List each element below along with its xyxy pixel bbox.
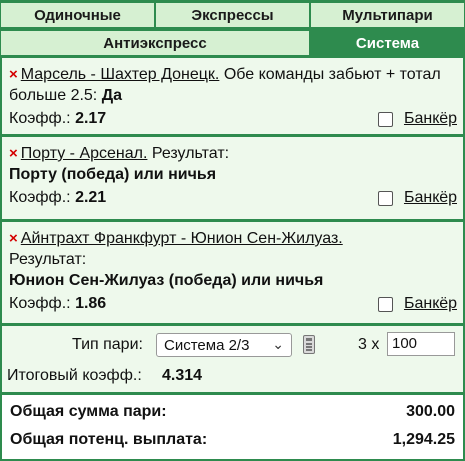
bet-type-tabs: Одиночные Экспрессы Мультипари Антиэкспр… xyxy=(0,0,465,56)
potential-payout-value: 1,294.25 xyxy=(392,431,455,448)
odds-value: 2.21 xyxy=(75,189,107,206)
stake-input[interactable]: 100 xyxy=(387,332,455,356)
banker-label[interactable]: Банкёр xyxy=(404,108,457,130)
total-odds-label: Итоговый коэфф.: xyxy=(7,367,142,384)
market-label: Результат: xyxy=(9,251,87,268)
tab-singles[interactable]: Одиночные xyxy=(0,2,155,28)
odds-value: 2.17 xyxy=(75,110,107,127)
banker-label[interactable]: Банкёр xyxy=(404,293,457,315)
odds-label: Коэфф.: xyxy=(9,189,71,206)
bet-item: × Порту - Арсенал. Результат: Порту (побе… xyxy=(2,137,463,219)
system-type-select[interactable]: Система 2/3 ⌄ xyxy=(156,333,292,357)
total-stake-label: Общая сумма пари: xyxy=(10,403,167,420)
betslip: Одиночные Экспрессы Мультипари Антиэкспр… xyxy=(0,0,465,461)
odds-value: 1.86 xyxy=(75,295,107,312)
match-link[interactable]: Порту - Арсенал. xyxy=(21,145,148,162)
bet-item: × Марсель - Шахтер Донецк. Обе команды за… xyxy=(2,58,463,134)
banker-checkbox[interactable] xyxy=(377,190,393,206)
market-label: Результат: xyxy=(151,145,230,162)
bet-item: × Айнтрахт Франкфурт - Юнион Сен-Жилуаз. … xyxy=(2,222,463,323)
multiplier-label: 3 x xyxy=(358,336,380,353)
selection-label: Да xyxy=(101,87,122,104)
system-type-value: Система 2/3 xyxy=(164,337,250,354)
selection-label: Юнион Сен-Жилуаз (победа) или ничья xyxy=(9,272,324,289)
calculator-icon[interactable] xyxy=(303,335,315,354)
match-link[interactable]: Айнтрахт Франкфурт - Юнион Сен-Жилуаз. xyxy=(21,230,343,247)
odds-label: Коэфф.: xyxy=(9,295,71,312)
selection-label: Порту (победа) или ничья xyxy=(9,166,217,183)
banker-checkbox[interactable] xyxy=(377,111,393,127)
tab-antiexpress[interactable]: Антиэкспресс xyxy=(0,30,310,56)
chevron-down-icon: ⌄ xyxy=(272,336,284,352)
match-link[interactable]: Марсель - Шахтер Донецк. xyxy=(21,66,220,83)
remove-icon[interactable]: × xyxy=(9,145,18,162)
banker-label[interactable]: Банкёр xyxy=(404,187,457,209)
total-odds-value: 4.314 xyxy=(162,367,203,384)
bet-type-label: Тип пари: xyxy=(72,336,143,353)
banker-checkbox[interactable] xyxy=(377,296,393,312)
potential-payout-label: Общая потенц. выплата: xyxy=(10,431,208,448)
remove-icon[interactable]: × xyxy=(9,66,18,83)
total-odds-row: Итоговый коэфф.: 4.314 xyxy=(2,360,463,392)
odds-label: Коэфф.: xyxy=(9,110,71,127)
tab-express[interactable]: Экспрессы xyxy=(155,2,310,28)
system-settings: Тип пари: Система 2/3 ⌄ 3 x 100 xyxy=(2,326,463,360)
bet-summary: Общая сумма пари: 300.00 Общая потенц. в… xyxy=(2,395,463,459)
total-stake-value: 300.00 xyxy=(406,403,455,420)
remove-icon[interactable]: × xyxy=(9,230,18,247)
tab-multipari[interactable]: Мультипари xyxy=(310,2,465,28)
tab-system[interactable]: Система xyxy=(310,30,465,56)
